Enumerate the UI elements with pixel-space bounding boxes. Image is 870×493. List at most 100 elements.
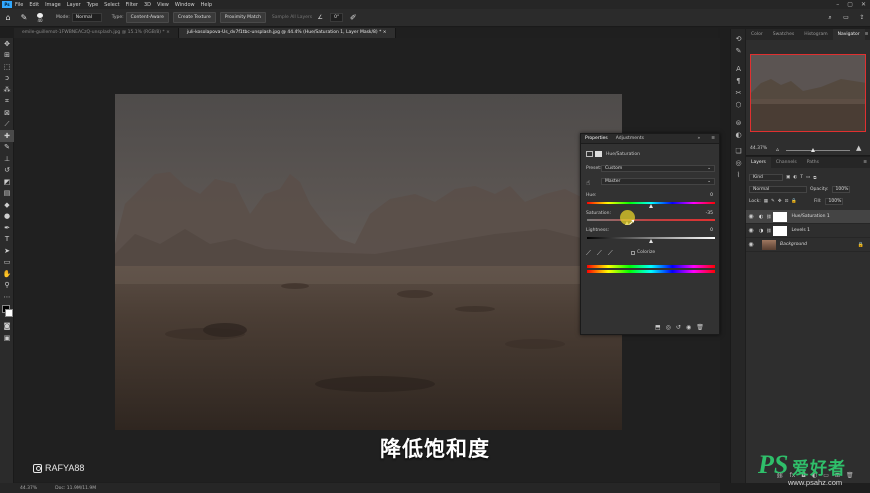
filter-smart-icon[interactable]: ⧉: [813, 175, 816, 181]
angle-input[interactable]: 0°: [330, 13, 344, 22]
styles-icon[interactable]: ◐: [731, 129, 746, 141]
quick-mask-icon[interactable]: ◙: [0, 321, 14, 333]
visibility-eye-icon[interactable]: ◉: [746, 227, 756, 234]
chain-link-icon[interactable]: ⛓: [766, 228, 771, 233]
opacity-input[interactable]: 100%: [831, 186, 850, 193]
shape-tool-icon[interactable]: ▭: [0, 257, 14, 269]
channels-icon[interactable]: ◎: [731, 157, 746, 169]
artboard-tool-icon[interactable]: ⊞: [0, 50, 14, 62]
navigator-preview[interactable]: [750, 54, 866, 132]
quick-select-tool-icon[interactable]: ⁂: [0, 84, 14, 96]
lock-all-icon[interactable]: 🔒: [791, 199, 797, 204]
layer-filter-select[interactable]: Kind: [749, 174, 783, 181]
menu-help[interactable]: Help: [201, 2, 212, 8]
panel-menu-icon[interactable]: ≡: [711, 136, 715, 141]
layer-name[interactable]: Hue/Saturation 1: [791, 214, 829, 219]
layer-row[interactable]: ◉ ◐ ⛓ Hue/Saturation 1: [746, 210, 870, 224]
layers-icon[interactable]: ❏: [731, 145, 746, 157]
menu-type[interactable]: Type: [87, 2, 98, 8]
tab-paths[interactable]: Paths: [802, 157, 824, 168]
menu-select[interactable]: Select: [104, 2, 119, 8]
lock-artboard-icon[interactable]: ⊡: [785, 199, 789, 204]
tab-layers[interactable]: Layers: [746, 157, 771, 168]
tab-channels[interactable]: Channels: [771, 157, 802, 168]
eyedropper-minus-icon[interactable]: ⟋: [608, 249, 613, 258]
tab-properties[interactable]: Properties: [585, 136, 608, 141]
gradient-tool-icon[interactable]: ▤: [0, 188, 14, 200]
saturation-slider[interactable]: [587, 219, 715, 221]
menu-3d[interactable]: 3D: [144, 2, 151, 8]
filter-adjustment-icon[interactable]: ◐: [793, 175, 797, 180]
frame-tool-icon[interactable]: ⊠: [0, 107, 14, 119]
minimize-icon[interactable]: –: [836, 1, 839, 8]
pen-tool-icon[interactable]: ✒: [0, 222, 14, 234]
photoshop-logo[interactable]: Ps: [2, 1, 12, 8]
home-icon[interactable]: ⌂: [3, 13, 13, 23]
character-icon[interactable]: A: [731, 63, 746, 75]
tab-document-2[interactable]: juli-kosolapova-Us_dv7f1tbc-unsplash.jpg…: [178, 28, 396, 38]
crop-tool-icon[interactable]: ⌗: [0, 96, 14, 108]
type-tool-icon[interactable]: T: [0, 234, 14, 246]
menu-view[interactable]: View: [157, 2, 169, 8]
eyedropper-icon[interactable]: ⟋: [586, 249, 591, 258]
checkbox-box[interactable]: [631, 250, 635, 255]
eraser-tool-icon[interactable]: ◩: [0, 176, 14, 188]
navigator-zoom-thumb[interactable]: [811, 148, 815, 152]
blend-mode-select[interactable]: Normal: [749, 186, 807, 193]
tool-presets-icon[interactable]: ✂: [731, 87, 746, 99]
more-tools-icon[interactable]: ⋯: [0, 291, 14, 303]
dodge-tool-icon[interactable]: ●: [0, 211, 14, 223]
zoom-level[interactable]: 44.37%: [20, 486, 37, 491]
panel-menu-icon[interactable]: ≡: [863, 160, 867, 165]
visibility-eye-icon[interactable]: ◉: [746, 241, 756, 248]
spot-healing-brush-icon[interactable]: ✎: [19, 13, 29, 23]
hue-value[interactable]: 0: [710, 193, 713, 198]
color-swatches-icon[interactable]: [0, 303, 14, 321]
lock-pixels-icon[interactable]: ▦: [764, 199, 768, 204]
path-select-tool-icon[interactable]: ➤: [0, 245, 14, 257]
preset-select[interactable]: Custom ⌄: [601, 165, 715, 172]
tab-histogram[interactable]: Histogram: [799, 29, 832, 40]
share-icon[interactable]: ⇪: [857, 13, 867, 23]
layer-name[interactable]: Background: [780, 242, 807, 247]
marquee-tool-icon[interactable]: ⬚: [0, 61, 14, 73]
visibility-icon[interactable]: ◉: [686, 324, 691, 331]
tab-document-1[interactable]: emile-guillemot-1FWBNEACzQ-unsplash.jpg …: [14, 28, 179, 38]
reset-icon[interactable]: ↺: [676, 324, 681, 331]
filter-pixel-icon[interactable]: ▣: [786, 175, 790, 180]
navigator-zoom[interactable]: 44.37%: [750, 146, 767, 151]
adjustment-layer-icon[interactable]: [586, 151, 593, 157]
menu-image[interactable]: Image: [45, 2, 61, 8]
menu-layer[interactable]: Layer: [67, 2, 81, 8]
layer-thumbnail[interactable]: [762, 239, 776, 250]
layer-mask-icon[interactable]: [595, 151, 602, 157]
close-icon[interactable]: ×: [166, 30, 170, 35]
tab-swatches[interactable]: Swatches: [768, 29, 800, 40]
tab-adjustments[interactable]: Adjustments: [616, 136, 644, 141]
zoom-out-icon[interactable]: ▵: [776, 146, 779, 153]
workspace-icon[interactable]: ▭: [841, 13, 851, 23]
layer-name[interactable]: Levels 1: [791, 228, 810, 233]
clip-to-layer-icon[interactable]: ⬒: [655, 324, 661, 331]
tab-navigator[interactable]: Navigator: [832, 29, 865, 40]
hand-tool-icon[interactable]: ✋: [0, 268, 14, 280]
maximize-icon[interactable]: ▢: [847, 1, 853, 8]
paragraph-icon[interactable]: ¶: [731, 75, 746, 87]
eyedropper-plus-icon[interactable]: ⟋: [597, 249, 602, 258]
layer-row[interactable]: ◉ Background 🔒: [746, 238, 870, 252]
lightness-value[interactable]: 0: [710, 228, 713, 233]
hand-adjust-icon[interactable]: ☝: [586, 179, 590, 187]
move-tool-icon[interactable]: ✥: [0, 38, 14, 50]
saturation-value[interactable]: -35: [706, 211, 713, 216]
chain-link-icon[interactable]: ⛓: [766, 214, 771, 219]
history-brush-tool-icon[interactable]: ↺: [0, 165, 14, 177]
3d-icon[interactable]: ⬡: [731, 99, 746, 111]
document-canvas-image[interactable]: [115, 94, 622, 430]
search-icon[interactable]: ⌕: [825, 13, 835, 23]
clone-stamp-tool-icon[interactable]: ⊥: [0, 153, 14, 165]
menu-edit[interactable]: Edit: [29, 2, 39, 8]
view-previous-icon[interactable]: ◎: [666, 324, 671, 331]
delete-icon[interactable]: 🗑: [696, 324, 704, 331]
filter-shape-icon[interactable]: ▭: [806, 175, 810, 180]
close-icon[interactable]: ×: [383, 30, 387, 35]
